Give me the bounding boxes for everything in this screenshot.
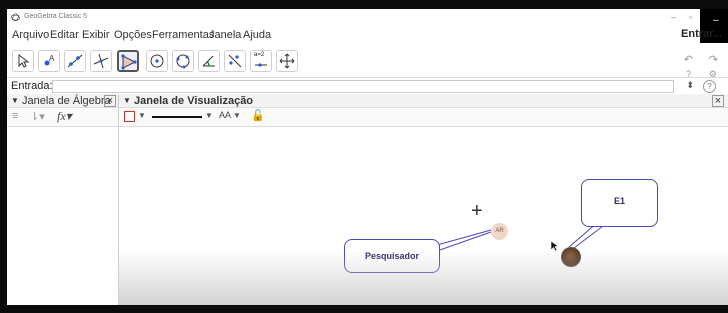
input-field[interactable] [52,80,674,93]
canvas-shade [119,250,728,305]
graphics-canvas[interactable]: + AR Pesquisador E1 [119,127,728,305]
circle-tool-button[interactable] [146,50,168,72]
input-dropdown-icon[interactable]: ⬍ [686,80,694,91]
color-swatch-icon[interactable] [124,111,135,122]
perpendicular-line-icon [93,53,109,69]
line-style-dropdown-icon[interactable]: ▼ [205,111,213,120]
graphics-style-bar: ▼ ▼ AA ▼ 🔓 [119,108,728,127]
move-tool-button[interactable] [12,50,34,72]
fx-icon[interactable]: fx▾ [57,109,72,124]
undo-icon[interactable]: ↶ [684,53,693,66]
move-cross-arrows-icon [279,53,295,69]
point-tool-button[interactable]: A [38,50,60,72]
circle-three-points-tool-button[interactable] [172,50,194,72]
input-label: Entrada: [11,80,53,92]
slider-tool-label: a=2 [254,52,265,58]
algebra-style-bar: ≡ ⇂▾ fx▾ [7,108,118,127]
window-title: GeoGebra Classic 5 [24,13,88,20]
menu-opcoes[interactable]: Opções [114,29,152,41]
minimize-icon[interactable]: – [671,12,676,22]
restore-icon[interactable]: ▫ [689,12,692,22]
close-icon: – [713,15,719,26]
circle-three-points-icon [176,54,190,69]
point-icon: A [44,54,55,66]
circle-center-icon [150,54,164,68]
text-size-button[interactable]: AA [219,110,231,120]
algebra-panel-title: Janela de Álgebra [22,95,111,107]
reflect-tool-button[interactable] [224,50,246,72]
perpendicular-tool-button[interactable] [90,50,112,72]
redo-icon[interactable]: ↷ [709,53,718,66]
menu-janela[interactable]: Janela [209,29,241,41]
algebra-sort-icon[interactable]: ⇂▾ [30,110,45,123]
line-icon [67,54,83,68]
line-style-icon[interactable] [152,116,202,118]
lock-icon[interactable]: 🔓 [251,109,265,122]
algebra-close-icon[interactable]: × [104,95,116,107]
algebra-list-icon[interactable]: ≡ [12,110,18,122]
menu-arquivo[interactable]: Arquivo [12,29,49,41]
text-size-dropdown-icon[interactable]: ▼ [233,111,241,120]
svg-text:A: A [49,54,55,63]
title-bar: GeoGebra Classic 5 – ▫ – [7,9,728,43]
menu-editar[interactable]: Editar [50,29,79,41]
slider-tool-button[interactable]: a=2 [250,50,272,72]
graphics-close-icon[interactable]: × [712,95,724,107]
algebra-panel-header: ▼ Janela de Álgebra × [7,94,118,108]
toolbar: A a=2 ↶ ↷ ? ⚙ [7,43,728,79]
cursor-arrow-icon [18,53,30,68]
algebra-collapse-icon[interactable]: ▼ [11,96,19,105]
graphics-collapse-icon[interactable]: ▼ [123,96,131,105]
angle-tool-button[interactable] [198,50,220,72]
input-help-icon[interactable]: ? [703,80,716,93]
polygon-icon [121,54,137,70]
menu-bar: Arquivo Editar Exibir Opções Ferramentas… [7,27,728,43]
geogebra-window: GeoGebra Classic 5 – ▫ – Arquivo Editar … [7,9,728,305]
graphics-panel-title: Janela de Visualização [134,95,254,107]
geogebra-logo-icon [11,13,20,21]
angle-icon [202,55,215,67]
graphics-panel-header: ▼ Janela de Visualização × [119,94,728,108]
menu-ferramentas[interactable]: Ferramentas [152,29,214,41]
move-graphics-tool-button[interactable] [276,50,298,72]
login-button[interactable]: Entrar... [681,28,722,40]
input-bar: Entrada: ⬍ ? [7,77,728,95]
color-dropdown-icon[interactable]: ▼ [138,111,146,120]
menu-ajuda[interactable]: Ajuda [243,29,271,41]
avatar: AR [491,223,508,240]
polygon-tool-button[interactable] [117,50,139,72]
crosshair-cursor-icon: + [471,200,483,222]
line-tool-button[interactable] [64,50,86,72]
reflect-icon [228,54,242,68]
callout-e1[interactable]: E1 [581,179,658,227]
menu-exibir[interactable]: Exibir [82,29,110,41]
